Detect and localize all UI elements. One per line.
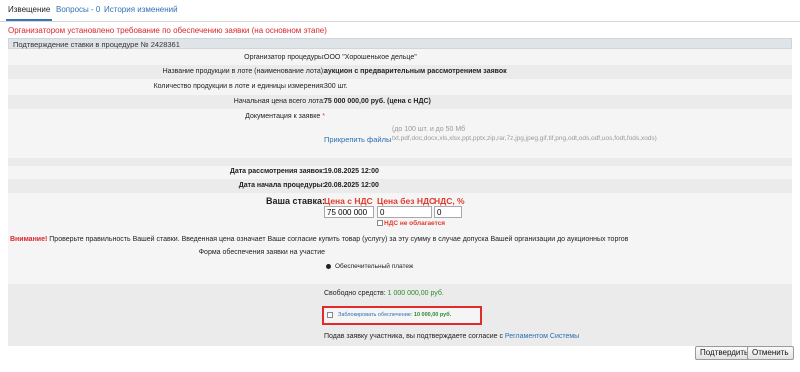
security-option-radio[interactable] [326,264,331,269]
section-header: Подтверждение ставки в процедуре № 24283… [8,38,792,49]
security-form-label: Форма обеспечения заявки на участие [198,249,325,256]
start-price-value: 75 000 000,00 руб. (цена с НДС) [324,98,431,105]
free-funds-value: 1 000 000,00 руб. [387,290,444,297]
row-quantity: Количество продукции в лоте и единицы из… [8,80,792,94]
attach-files-link[interactable]: Прикрепить файлы [324,135,391,144]
free-funds: Свободно средств: 1 000 000,00 руб. [324,290,444,297]
block-security-highlight: Заблокировать обеспечение: 10 000,00 руб… [322,306,482,325]
quantity-label: Количество продукции в лоте и единицы из… [153,83,325,90]
cancel-button[interactable]: Отменить [747,346,794,360]
agreement-text: Подав заявку участника, вы подтверждаете… [324,333,580,340]
lot-name-label: Название продукции в лоте (наименование … [162,68,325,75]
bid-label: Ваша ставка: [266,196,325,206]
no-vat-label: НДС не облагается [384,220,446,227]
organizer-value: ООО "Хорошенькое дельце" [324,54,417,61]
block-security-label: Заблокировать обеспечение: 10 000,00 руб… [338,312,452,318]
security-requirement-notice: Организатором установлено требование по … [8,26,327,35]
tab-bar: Извещение Вопросы - 0 История изменений [0,0,800,22]
row-start-price: Начальная цена всего лота: 75 000 000,00… [8,95,792,109]
price-without-vat-label: Цена без НДС [377,196,436,206]
row-bid: Ваша ставка: Цена с НДС Цена без НДС НДС… [8,193,792,231]
row-organizer: Организатор процедуры: ООО "Хорошенькое … [8,52,792,64]
no-vat-checkbox[interactable] [377,220,383,226]
block-security-value: 10 000,00 руб. [413,312,452,318]
quantity-value: 300 шт. [324,83,348,90]
vat-percent-label: НДС, % [434,196,465,206]
row-spacer [8,158,792,166]
tab-history[interactable]: История изменений [104,5,178,14]
bid-warning: Внимание! Проверьте правильность Вашей с… [10,236,629,243]
price-with-vat-input[interactable] [324,206,374,218]
row-documents: Документация к заявке * Прикрепить файлы… [8,110,792,158]
start-date-value: 20.08.2025 12:00 [324,182,379,189]
row-lot-name: Название продукции в лоте (наименование … [8,65,792,79]
price-without-vat-input[interactable] [377,206,432,218]
documents-label: Документация к заявке * [245,113,325,120]
row-start-date: Дата начала процедуры: 20.08.2025 12:00 [8,179,792,193]
confirm-button[interactable]: Подтвердить [695,346,754,360]
organizer-label: Организатор процедуры: [244,54,325,61]
start-price-label: Начальная цена всего лота: [233,98,325,105]
start-date-label: Дата начала процедуры: [238,182,325,189]
review-date-value: 19.08.2025 12:00 [324,168,379,175]
tab-notice[interactable]: Извещение [5,5,53,21]
row-review-date: Дата рассмотрения заявок: 19.08.2025 12:… [8,166,792,178]
tab-questions[interactable]: Вопросы - 0 [56,5,100,14]
row-warning: Внимание! Проверьте правильность Вашей с… [8,234,792,246]
price-with-vat-label: Цена с НДС [324,196,373,206]
lot-name-value: аукцион с предварительным рассмотрением … [324,68,507,75]
row-security-form: Форма обеспечения заявки на участие Обес… [8,246,792,284]
attach-limit-text: (до 100 шт. и до 50 Мб [392,126,466,133]
block-security-checkbox[interactable] [327,312,333,318]
required-asterisk: * [322,113,325,120]
review-date-label: Дата рассмотрения заявок: [229,168,325,175]
security-option-label: Обеспечительный платеж [335,263,414,270]
attach-types-text: txt,pdf,doc,docx,xls,xlsx,ppt,pptx,zip,r… [392,135,657,142]
regulations-link[interactable]: Регламентом Системы [505,333,579,340]
vat-percent-input[interactable] [434,206,462,218]
